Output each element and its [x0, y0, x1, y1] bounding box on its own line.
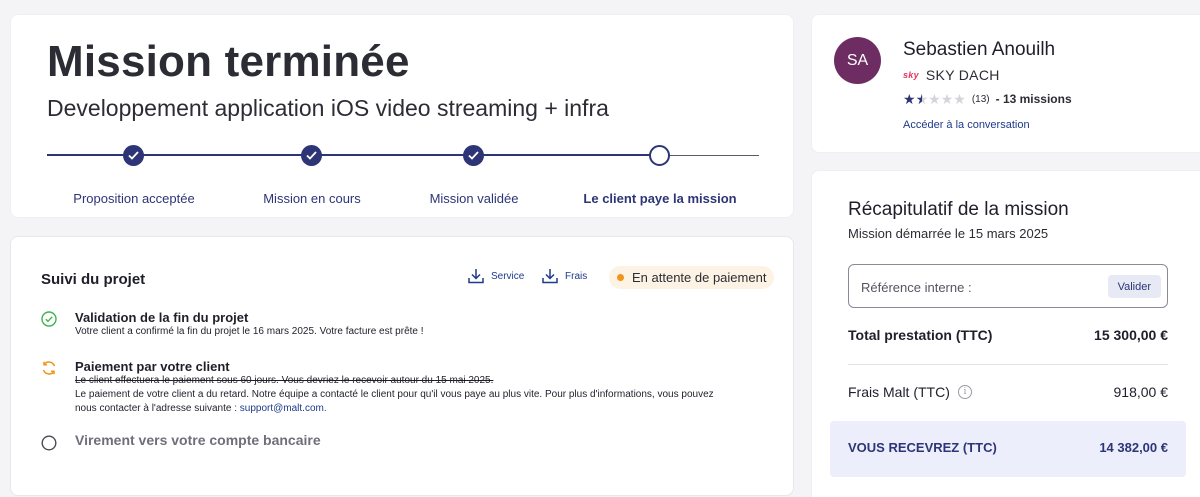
support-email-link[interactable]: support@malt.com: [240, 403, 324, 414]
star-icon: ★: [915, 91, 929, 107]
fees-value: 918,00 €: [1113, 384, 1169, 400]
total-label: Total prestation (TTC): [848, 327, 993, 343]
timeline-item-delay-text: Le paiement de votre client a du retard.…: [75, 389, 714, 400]
info-icon[interactable]: i: [957, 385, 972, 399]
mission-header-card: Mission terminée Developpement applicati…: [10, 14, 794, 218]
timeline-item-struck-text: Le client effectuera le paiement sous 60…: [75, 375, 494, 386]
stepper-line-todo: [659, 155, 759, 156]
summary-subtitle: Mission démarrée le 15 mars 2025: [848, 226, 1049, 241]
receive-row: VOUS RECEVREZ (TTC) 14 382,00 €: [848, 440, 1168, 455]
page-title: Mission terminée: [47, 37, 410, 86]
star-icon: ★: [928, 91, 941, 107]
fees-label: Frais Malt (TTC): [848, 384, 950, 400]
star-icon: ★: [953, 91, 966, 107]
timeline-item-title: Virement vers votre compte bancaire: [75, 432, 321, 448]
mission-summary-card: Récapitulatif de la mission Mission déma…: [811, 170, 1200, 497]
star-icon: ★: [940, 91, 954, 107]
company-name: SKY DACH: [925, 67, 1000, 83]
empty-circle-icon: [41, 435, 57, 451]
download-fees-label: Frais: [565, 270, 588, 282]
tracking-title: Suivi du projet: [41, 271, 146, 288]
download-service-link[interactable]: Service: [467, 267, 524, 285]
step-3-check-icon: [463, 145, 484, 166]
status-badge: En attente de paiement: [609, 266, 775, 289]
client-rating: ★ ★ ★ ★ ★ (13) - 13 missions: [903, 92, 1072, 106]
status-dot-icon: [617, 274, 624, 281]
sync-icon: [42, 361, 56, 375]
client-company: sky SKY DACH: [903, 67, 1000, 83]
avatar: SA: [834, 37, 881, 84]
divider: [848, 364, 1168, 365]
rating-stars: ★ ★ ★ ★ ★: [903, 92, 966, 106]
timeline-item-title: Paiement par votre client: [75, 359, 230, 374]
step-2-check-icon: [301, 145, 322, 166]
internal-reference-input[interactable]: [861, 276, 1091, 298]
receive-box: VOUS RECEVREZ (TTC) 14 382,00 €: [830, 421, 1186, 477]
client-card: SA Sebastien Anouilh sky SKY DACH ★ ★ ★ ★ ★ …: [811, 14, 1200, 153]
download-icon: [468, 269, 484, 284]
validate-button[interactable]: Valider: [1107, 275, 1161, 298]
download-icon: [542, 269, 558, 284]
step-1-check-icon: [123, 145, 144, 166]
receive-label: VOUS RECEVREZ (TTC): [848, 440, 997, 455]
summary-title: Récapitulatif de la mission: [848, 199, 1069, 220]
receive-value: 14 382,00 €: [1099, 440, 1168, 455]
review-count: (13): [971, 93, 990, 105]
total-row: Total prestation (TTC) 15 300,00 €: [848, 327, 1168, 343]
timeline-item-validation: Validation de la fin du projet Votre cli…: [41, 310, 761, 340]
step-label-validee: Mission validée: [429, 191, 519, 206]
timeline-item-payment: Paiement par votre client Le client effe…: [41, 359, 771, 419]
sky-logo-icon: sky: [903, 70, 919, 80]
mission-subtitle: Developpement application iOS video stre…: [47, 95, 609, 121]
step-label-paiement: Le client paye la mission: [583, 191, 737, 206]
timeline-item-contact-text: nous contacter à l'adresse suivante : su…: [75, 403, 327, 414]
project-tracking-card: Suivi du projet Service Frais En attente…: [10, 236, 794, 496]
total-value: 15 300,00 €: [1094, 327, 1168, 343]
status-badge-label: En attente de paiement: [632, 270, 767, 285]
contact-text: nous contacter à l'adresse suivante :: [75, 403, 240, 414]
progress-stepper: Proposition acceptée Mission en cours Mi…: [47, 145, 759, 206]
step-label-en-cours: Mission en cours: [263, 191, 361, 206]
timeline-item-text: Votre client a confirmé la fin du projet…: [75, 326, 424, 337]
star-icon: ★: [903, 91, 916, 107]
missions-count: - 13 missions: [995, 92, 1072, 106]
download-fees-link[interactable]: Frais: [541, 267, 587, 285]
download-service-label: Service: [491, 270, 525, 282]
step-label-proposition: Proposition acceptée: [73, 191, 195, 206]
fees-row: Frais Malt (TTC) i 918,00 €: [848, 384, 1168, 400]
contact-text-end: .: [323, 403, 327, 414]
timeline-item-title: Validation de la fin du projet: [75, 310, 249, 325]
step-4-current-circle-icon: [649, 145, 670, 166]
check-circle-icon: [41, 311, 57, 327]
conversation-link[interactable]: Accéder à la conversation: [903, 119, 1030, 131]
client-name: Sebastien Anouilh: [903, 39, 1056, 60]
internal-reference-field: Valider: [848, 264, 1168, 308]
timeline-item-bank-transfer: Virement vers votre compte bancaire: [41, 432, 761, 454]
